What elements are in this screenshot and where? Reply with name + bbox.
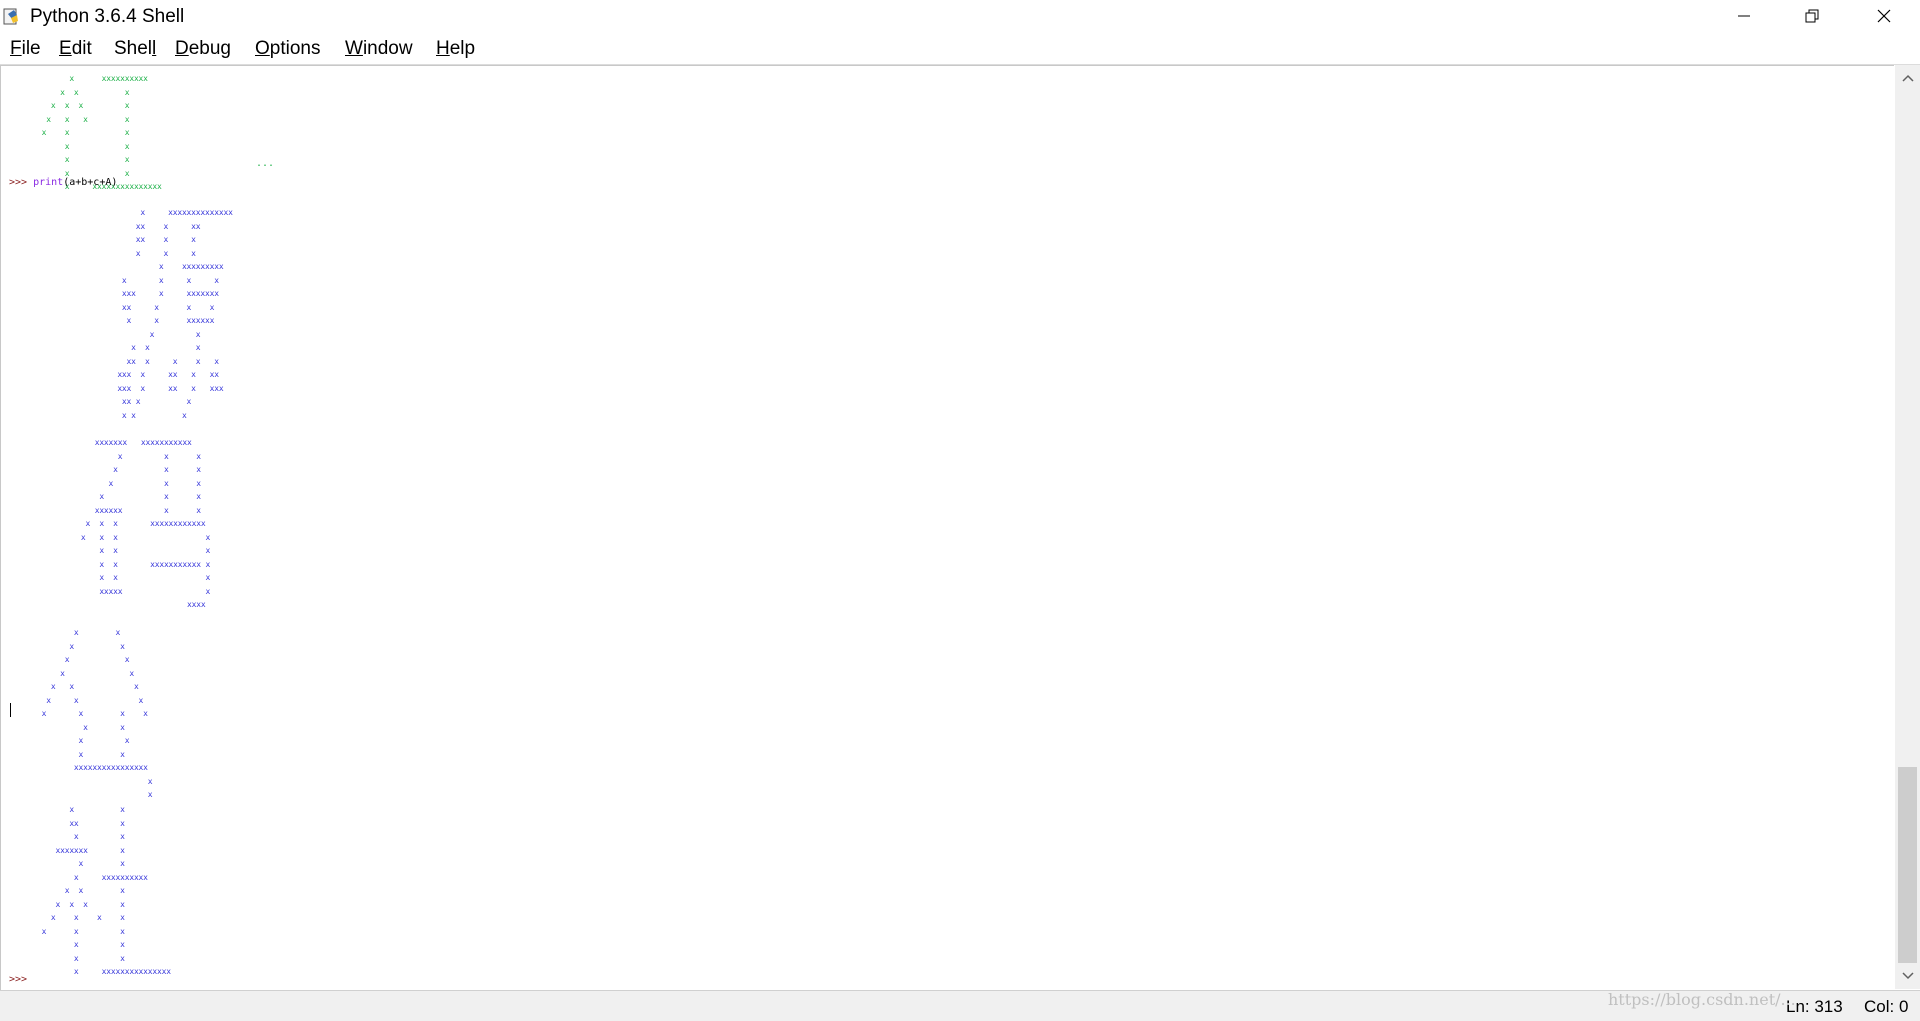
- menu-file-label: ile: [21, 38, 41, 59]
- menu-window[interactable]: Window: [345, 38, 413, 60]
- continuation-marker: ...: [256, 158, 275, 169]
- menu-debug-mnemonic: D: [175, 38, 189, 59]
- previous-output-ascii: x xxxxxxxxxx x x x x x x x x x x x x x x…: [41, 74, 162, 191]
- shell-prompt-current[interactable]: >>>: [9, 974, 27, 985]
- python-idle-icon: [3, 8, 18, 25]
- menu-options-mnemonic: O: [255, 38, 270, 59]
- menu-window-mnemonic: W: [345, 38, 363, 59]
- title-bar: Python 3.6.4 Shell: [0, 0, 1920, 32]
- menu-shell[interactable]: Shell: [114, 38, 156, 60]
- scroll-down-button[interactable]: [1895, 965, 1920, 987]
- shell-text-area[interactable]: x xxxxxxxxxx x x x x x x x x x x x x x x…: [0, 65, 1894, 990]
- menu-edit-mnemonic: E: [59, 38, 72, 59]
- menu-bar: File Edit Shell Debug Options Window Hel…: [0, 32, 1920, 65]
- watermark: https://blog.csdn.net/...: [1608, 990, 1796, 1009]
- command-args: (a+b+c+A): [63, 177, 118, 188]
- column-number: Col: 0: [1864, 997, 1909, 1016]
- minimize-icon: [1738, 15, 1750, 17]
- shell-prompt: >>>: [9, 177, 28, 188]
- menu-help-label: elp: [449, 38, 476, 59]
- text-cursor: [10, 703, 11, 717]
- menu-edit[interactable]: Edit: [59, 38, 92, 60]
- output-block-1: x xxxxxxxxxxxxxx xx x xx xx x x x x x x …: [117, 208, 233, 420]
- minimize-button[interactable]: [1710, 0, 1778, 32]
- menu-shell-label: Shel: [114, 38, 153, 59]
- command-line: >>> print(a+b+c+A): [9, 177, 117, 188]
- menu-file-mnemonic: F: [10, 38, 22, 59]
- command-keyword: print: [33, 177, 64, 188]
- menu-options[interactable]: Options: [255, 38, 320, 60]
- menu-help[interactable]: Help: [436, 38, 475, 60]
- close-icon: [1877, 9, 1891, 23]
- window-title: Python 3.6.4 Shell: [30, 6, 185, 27]
- restore-icon: [1805, 9, 1819, 23]
- scroll-down-arrow-icon: [1901, 972, 1914, 980]
- menu-shell-mnemonic: l: [152, 38, 157, 59]
- output-block-2: xxxxxxx xxxxxxxxxxx x x x x x x x x x x …: [80, 438, 211, 609]
- menu-file[interactable]: File: [10, 38, 41, 60]
- close-button[interactable]: [1850, 0, 1918, 32]
- restore-button[interactable]: [1778, 0, 1846, 32]
- scrollbar-thumb[interactable]: [1898, 767, 1917, 963]
- output-block-3: x x x x x x x x x x x x x x x x x x x x …: [41, 628, 153, 799]
- menu-debug[interactable]: Debug: [175, 38, 231, 60]
- vertical-scrollbar[interactable]: [1895, 65, 1920, 989]
- menu-debug-label: ebug: [188, 38, 232, 59]
- output-block-4: x x xx x x x xxxxxxx x x x x xxxxxxxxxx …: [41, 805, 171, 976]
- scroll-up-arrow-icon: [1901, 74, 1914, 82]
- menu-window-label: indow: [362, 38, 413, 59]
- menu-edit-label: dit: [71, 38, 92, 59]
- menu-options-label: ptions: [269, 38, 321, 59]
- menu-help-mnemonic: H: [436, 38, 450, 59]
- scroll-up-button[interactable]: [1895, 67, 1920, 89]
